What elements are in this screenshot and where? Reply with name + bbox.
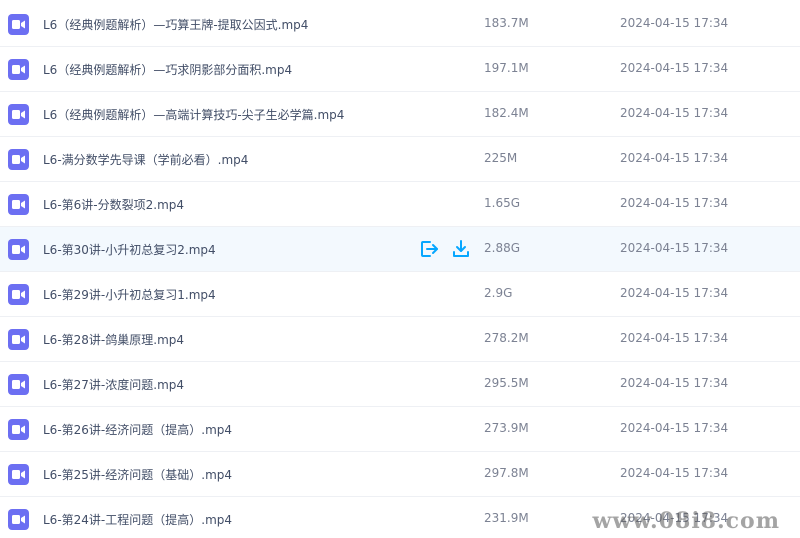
file-row[interactable]: L6（经典例题解析）—高端计算技巧-尖子生必学篇.mp4 182.4M 2024…: [0, 92, 800, 137]
file-list: L6（经典例题解析）—巧算王牌-提取公因式.mp4 183.7M 2024-04…: [0, 0, 800, 538]
file-name[interactable]: L6-第26讲-经济问题（提高）.mp4: [43, 421, 232, 438]
file-name[interactable]: L6（经典例题解析）—巧算王牌-提取公因式.mp4: [43, 16, 308, 33]
file-name[interactable]: L6-第28讲-鸽巢原理.mp4: [43, 331, 184, 348]
video-file-icon: [8, 14, 29, 35]
file-size: 2.9G: [484, 286, 513, 300]
file-row-hovered[interactable]: L6-第30讲-小升初总复习2.mp4 2.88G 2024-04-15 17:…: [0, 227, 800, 272]
video-file-icon: [8, 464, 29, 485]
file-row[interactable]: L6-第6讲-分数裂项2.mp4 1.65G 2024-04-15 17:34: [0, 182, 800, 227]
file-name[interactable]: L6-第30讲-小升初总复习2.mp4: [43, 241, 216, 258]
watermark: www.08i8.com: [592, 508, 780, 534]
file-size: 197.1M: [484, 61, 529, 75]
file-name[interactable]: L6-第6讲-分数裂项2.mp4: [43, 196, 184, 213]
file-date: 2024-04-15 17:34: [620, 376, 729, 390]
file-name[interactable]: L6-第25讲-经济问题（基础）.mp4: [43, 466, 232, 483]
file-date: 2024-04-15 17:34: [620, 196, 729, 210]
file-size: 231.9M: [484, 511, 529, 525]
file-size: 2.88G: [484, 241, 521, 255]
file-date: 2024-04-15 17:34: [620, 331, 729, 345]
file-size: 273.9M: [484, 421, 529, 435]
file-size: 183.7M: [484, 16, 529, 30]
file-name[interactable]: L6-第29讲-小升初总复习1.mp4: [43, 286, 216, 303]
video-file-icon: [8, 374, 29, 395]
video-file-icon: [8, 149, 29, 170]
file-size: 278.2M: [484, 331, 529, 345]
file-date: 2024-04-15 17:34: [620, 151, 729, 165]
file-name[interactable]: L6（经典例题解析）—高端计算技巧-尖子生必学篇.mp4: [43, 106, 344, 123]
video-file-icon: [8, 104, 29, 125]
video-file-icon: [8, 194, 29, 215]
file-date: 2024-04-15 17:34: [620, 466, 729, 480]
share-icon[interactable]: [419, 239, 439, 259]
file-date: 2024-04-15 17:34: [620, 106, 729, 120]
file-row[interactable]: L6-第25讲-经济问题（基础）.mp4 297.8M 2024-04-15 1…: [0, 452, 800, 497]
file-name[interactable]: L6-第24讲-工程问题（提高）.mp4: [43, 511, 232, 528]
file-date: 2024-04-15 17:34: [620, 286, 729, 300]
file-row[interactable]: L6-第27讲-浓度问题.mp4 295.5M 2024-04-15 17:34: [0, 362, 800, 407]
file-row[interactable]: L6-第28讲-鸽巢原理.mp4 278.2M 2024-04-15 17:34: [0, 317, 800, 362]
video-file-icon: [8, 419, 29, 440]
file-name[interactable]: L6（经典例题解析）—巧求阴影部分面积.mp4: [43, 61, 292, 78]
file-size: 182.4M: [484, 106, 529, 120]
video-file-icon: [8, 239, 29, 260]
file-row[interactable]: L6-第26讲-经济问题（提高）.mp4 273.9M 2024-04-15 1…: [0, 407, 800, 452]
file-row[interactable]: L6-满分数学先导课（学前必看）.mp4 225M 2024-04-15 17:…: [0, 137, 800, 182]
file-row[interactable]: L6（经典例题解析）—巧算王牌-提取公因式.mp4 183.7M 2024-04…: [0, 2, 800, 47]
video-file-icon: [8, 284, 29, 305]
video-file-icon: [8, 329, 29, 350]
video-file-icon: [8, 59, 29, 80]
file-size: 1.65G: [484, 196, 521, 210]
file-row[interactable]: L6（经典例题解析）—巧求阴影部分面积.mp4 197.1M 2024-04-1…: [0, 47, 800, 92]
file-size: 297.8M: [484, 466, 529, 480]
file-date: 2024-04-15 17:34: [620, 241, 729, 255]
video-file-icon: [8, 509, 29, 530]
file-name[interactable]: L6-第27讲-浓度问题.mp4: [43, 376, 184, 393]
file-row[interactable]: L6-第29讲-小升初总复习1.mp4 2.9G 2024-04-15 17:3…: [0, 272, 800, 317]
file-size: 295.5M: [484, 376, 529, 390]
file-date: 2024-04-15 17:34: [620, 421, 729, 435]
file-size: 225M: [484, 151, 518, 165]
file-name[interactable]: L6-满分数学先导课（学前必看）.mp4: [43, 151, 248, 168]
file-date: 2024-04-15 17:34: [620, 16, 729, 30]
download-icon[interactable]: [451, 239, 471, 259]
file-date: 2024-04-15 17:34: [620, 61, 729, 75]
